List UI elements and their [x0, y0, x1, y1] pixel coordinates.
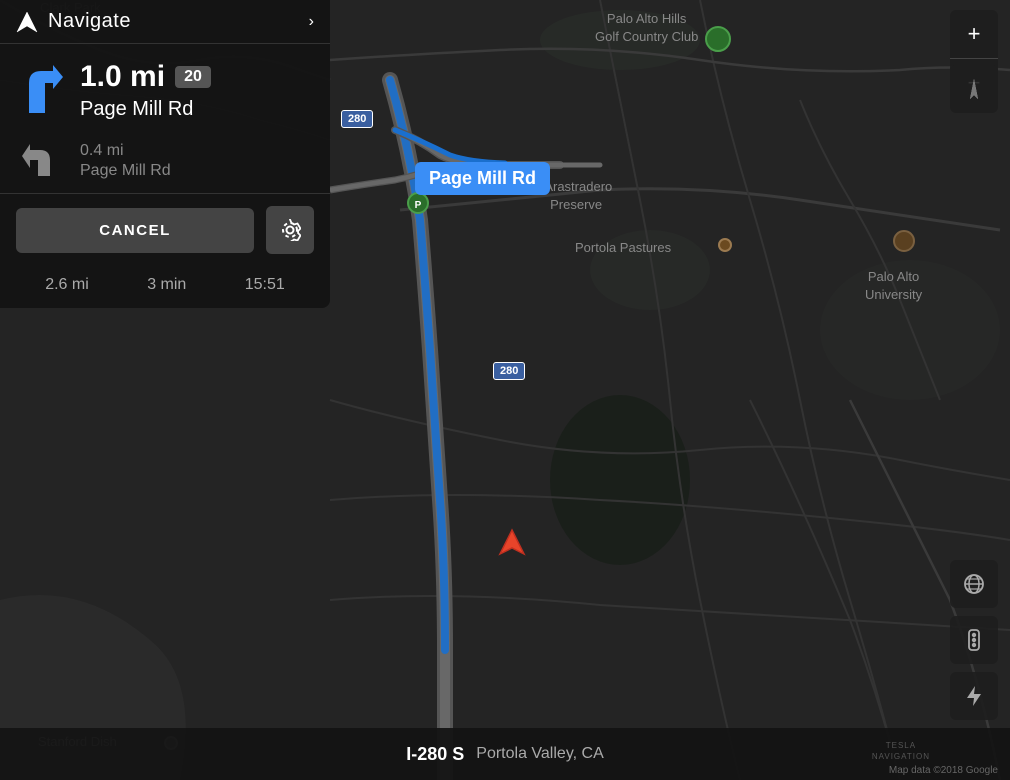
- road-label: I-280 S: [406, 744, 464, 765]
- primary-instruction: 1.0 mi 20 Page Mill Rd: [0, 44, 330, 133]
- primary-street: Page Mill Rd: [80, 98, 211, 121]
- zoom-in-button[interactable]: +: [950, 10, 998, 58]
- speed-badge: 20: [175, 66, 211, 88]
- nav-header-left: Navigate: [16, 10, 131, 33]
- stat-duration: 3 min: [147, 276, 186, 294]
- nav-expand-icon[interactable]: ›: [309, 13, 314, 31]
- map-credit: Map data ©2018 Google: [889, 765, 998, 776]
- trip-stats: 2.6 mi 3 min 15:51: [0, 266, 330, 308]
- navigate-icon: [16, 11, 38, 33]
- primary-turn-icon: [16, 61, 66, 121]
- nav-header: Navigate ›: [0, 0, 330, 44]
- globe-button[interactable]: [950, 560, 998, 608]
- primary-distance: 1.0 mi: [80, 60, 165, 94]
- charging-button[interactable]: [950, 672, 998, 720]
- actions-row: CANCEL: [0, 194, 330, 266]
- globe-icon: [962, 572, 986, 596]
- secondary-turn-icon: [16, 141, 66, 181]
- nav-direction-button[interactable]: [950, 65, 998, 113]
- compass-icon: [962, 77, 986, 101]
- portola-pastures-icon: [718, 238, 732, 252]
- navigation-panel: Navigate › 1.0 mi 20 Page Mill Rd: [0, 0, 330, 308]
- location-label: Portola Valley, CA: [476, 745, 603, 763]
- secondary-street: Page Mill Rd: [80, 162, 171, 180]
- primary-distance-row: 1.0 mi 20: [80, 60, 211, 94]
- nav-title: Navigate: [48, 10, 131, 33]
- tesla-navigation-label: TESLA NAVIGATION: [872, 741, 930, 762]
- page-mill-rd-callout: Page Mill Rd: [415, 162, 550, 195]
- bottom-bar: I-280 S Portola Valley, CA TESLA NAVIGAT…: [0, 728, 1010, 780]
- settings-button[interactable]: [266, 206, 314, 254]
- gear-icon: [279, 219, 301, 241]
- secondary-instruction: 0.4 mi Page Mill Rd: [0, 133, 330, 194]
- bottom-right-controls: [950, 560, 998, 720]
- svg-text:P: P: [415, 200, 422, 211]
- cancel-button[interactable]: CANCEL: [16, 208, 254, 253]
- secondary-info: 0.4 mi Page Mill Rd: [80, 142, 171, 180]
- traffic-light-icon: [962, 628, 986, 652]
- highway-badge-main: 280: [493, 362, 525, 380]
- stat-distance: 2.6 mi: [45, 276, 89, 294]
- stat-time: 15:51: [245, 276, 285, 294]
- secondary-distance: 0.4 mi: [80, 142, 171, 160]
- primary-info: 1.0 mi 20 Page Mill Rd: [80, 60, 211, 121]
- car-position-marker: [498, 528, 526, 556]
- bolt-icon: [962, 684, 986, 708]
- traffic-button[interactable]: [950, 616, 998, 664]
- highway-badge-top: 280: [341, 110, 373, 128]
